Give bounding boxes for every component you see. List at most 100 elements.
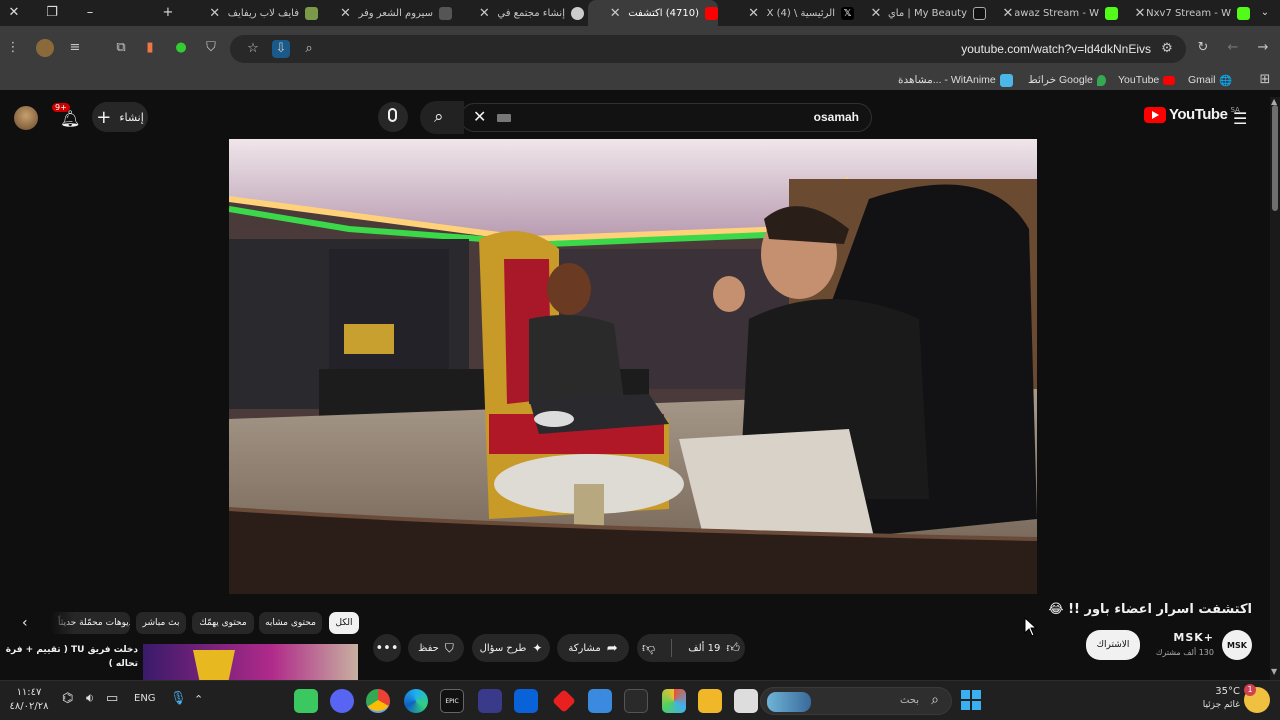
chip-label: محتوى يهمّك bbox=[199, 618, 247, 628]
tab-title: سيروم الشعر وفر bbox=[358, 7, 433, 19]
create-button[interactable]: + إنشاء bbox=[92, 102, 148, 132]
bookmark-star-icon[interactable]: ☆ bbox=[244, 40, 262, 58]
extensions-icon[interactable]: ⧉ bbox=[112, 39, 130, 57]
bookmark-label: مشاهدة... - WitAnime bbox=[898, 74, 996, 86]
close-tab-icon[interactable]: ✕ bbox=[869, 6, 883, 21]
chevron-left-icon[interactable]: ‹ bbox=[22, 615, 28, 631]
install-app-icon[interactable]: ⇩ bbox=[272, 40, 290, 58]
minimize-window-icon[interactable]: – bbox=[80, 3, 100, 23]
kick-icon bbox=[1237, 6, 1250, 20]
network-icon[interactable]: ⌬ bbox=[62, 691, 73, 706]
youtube-logo[interactable]: YouTube SA bbox=[1144, 106, 1240, 123]
menu-dots-icon[interactable]: ⋮ bbox=[4, 39, 22, 57]
bookmark-witanime[interactable]: مشاهدة... - WitAnime bbox=[898, 72, 1013, 88]
chip-live[interactable]: بث مباشر bbox=[136, 612, 186, 634]
browser-tab-active[interactable]: (4710) اكتشفت ✕ bbox=[588, 0, 718, 26]
site-settings-icon[interactable]: ⚙ bbox=[1158, 40, 1176, 58]
address-bar[interactable]: ☆ ⇩ ⌕ youtube.com/watch?v=ld4dkNnEivs ⚙ bbox=[230, 35, 1186, 63]
discord-icon[interactable] bbox=[330, 689, 354, 713]
close-tab-icon[interactable]: ✕ bbox=[477, 6, 491, 21]
edge-icon[interactable] bbox=[404, 689, 428, 713]
chip-similar[interactable]: محتوى مشابه bbox=[259, 612, 322, 634]
scroll-down-arrow-icon[interactable]: ▼ bbox=[1271, 667, 1277, 676]
close-tab-icon[interactable]: ✕ bbox=[208, 6, 222, 21]
tab-search-icon[interactable]: ⌄ bbox=[1255, 3, 1275, 23]
close-tab-icon[interactable]: ✕ bbox=[608, 6, 622, 21]
notifications-button[interactable]: 🔔︎ 9+ bbox=[52, 103, 80, 128]
chip-for-you[interactable]: محتوى يهمّك bbox=[192, 612, 254, 634]
browser-tab[interactable]: فايف لاب ريفايف ✕ bbox=[188, 0, 318, 26]
bookmark-youtube[interactable]: YouTube bbox=[1118, 72, 1176, 88]
channel-avatar[interactable]: MSK bbox=[1222, 630, 1252, 660]
dropbox-icon[interactable] bbox=[514, 689, 538, 713]
recommended-thumbnail[interactable] bbox=[143, 644, 358, 680]
volume-icon[interactable]: 🔉︎ bbox=[86, 691, 94, 706]
profile-avatar[interactable] bbox=[36, 39, 54, 57]
chrome-icon[interactable] bbox=[366, 689, 390, 713]
zoom-icon[interactable]: ⌕ bbox=[300, 40, 318, 58]
reload-icon[interactable]: ↻ bbox=[1194, 39, 1212, 57]
epic-games-icon[interactable]: EPIC bbox=[440, 689, 464, 713]
page-scrollbar[interactable]: ▲ ▼ bbox=[1270, 97, 1280, 680]
video-player[interactable] bbox=[229, 139, 1037, 594]
close-tab-icon[interactable]: ✕ bbox=[1133, 6, 1147, 21]
display-icon[interactable]: ▭ bbox=[106, 691, 118, 706]
browser-tab[interactable]: إنشاء مجتمع في ✕ bbox=[456, 0, 584, 26]
close-tab-icon[interactable]: ✕ bbox=[338, 6, 352, 21]
clock-time[interactable]: ١١:٤٧ bbox=[6, 687, 52, 698]
show-hidden-icons-icon[interactable]: ⌃ bbox=[194, 693, 203, 706]
dislike-icon[interactable]: 👎︎ bbox=[642, 641, 655, 656]
new-tab-icon[interactable]: + bbox=[158, 3, 178, 23]
clear-search-icon[interactable]: ✕ bbox=[473, 107, 486, 126]
browser-tab[interactable]: Fawaz Stream - W ✕ bbox=[990, 0, 1118, 26]
search-box[interactable]: osamah ✕ bbox=[460, 103, 872, 132]
ask-button[interactable]: ✦ طرح سؤال bbox=[472, 634, 550, 662]
search-button[interactable]: ⌕ bbox=[420, 101, 464, 134]
channel-name[interactable]: MSK+ bbox=[1150, 631, 1214, 644]
back-icon[interactable]: → bbox=[1254, 39, 1272, 57]
extension-icon[interactable]: ▮ bbox=[141, 39, 159, 57]
file-explorer-icon[interactable] bbox=[698, 689, 722, 713]
close-tab-icon[interactable]: ✕ bbox=[747, 6, 761, 21]
scrollbar-thumb[interactable] bbox=[1272, 105, 1278, 211]
more-actions-button[interactable]: ••• bbox=[373, 634, 401, 662]
account-avatar[interactable] bbox=[14, 106, 38, 130]
close-tab-icon[interactable]: ✕ bbox=[1001, 6, 1015, 21]
outlook-icon[interactable] bbox=[588, 689, 612, 713]
search-input[interactable]: osamah bbox=[814, 110, 859, 124]
browser-tab[interactable]: سيروم الشعر وفر ✕ bbox=[322, 0, 452, 26]
voice-search-button[interactable] bbox=[378, 102, 408, 132]
taskbar-search[interactable]: ⌕ بحث bbox=[760, 687, 952, 715]
extension-shield-icon[interactable]: ● bbox=[172, 39, 190, 57]
copilot-icon[interactable] bbox=[662, 689, 686, 713]
restore-window-icon[interactable]: ❐ bbox=[42, 3, 62, 23]
media-controls-icon[interactable]: ≡ bbox=[66, 39, 84, 57]
bookmark-gmail[interactable]: Gmail 🌐 bbox=[1188, 72, 1233, 88]
forward-icon[interactable]: ← bbox=[1224, 39, 1242, 57]
meet-now-icon[interactable] bbox=[294, 689, 318, 713]
ms-store-icon[interactable] bbox=[624, 689, 648, 713]
subscribe-button[interactable]: الاشتراك bbox=[1086, 630, 1140, 660]
language-indicator[interactable]: ENG bbox=[134, 693, 156, 704]
microphone-tray-icon[interactable]: 🎙︎ bbox=[170, 691, 187, 706]
save-button[interactable]: ⛉ حفظ bbox=[408, 634, 464, 662]
browser-tab[interactable]: My Beauty | ماي ✕ bbox=[858, 0, 986, 26]
like-icon[interactable]: 👍︎ bbox=[726, 641, 740, 656]
start-button[interactable] bbox=[960, 689, 982, 711]
close-window-icon[interactable]: ✕ bbox=[4, 3, 24, 23]
file-explorer-window-icon[interactable] bbox=[734, 689, 758, 713]
browser-tab[interactable]: Nxv7 Stream - W ✕ bbox=[1122, 0, 1250, 26]
chip-recently-uploaded[interactable]: فيديوهات محمّلة حديثاً bbox=[50, 612, 130, 634]
chip-all[interactable]: الكل bbox=[329, 612, 359, 634]
share-button[interactable]: ➦ مشاركة bbox=[557, 634, 629, 662]
keyboard-icon[interactable] bbox=[497, 114, 511, 122]
vpn-shield-icon[interactable]: ⛉ bbox=[202, 39, 220, 57]
app-diamond-icon[interactable] bbox=[552, 689, 576, 713]
like-count[interactable]: 19 ألف bbox=[688, 643, 720, 654]
teams-icon[interactable] bbox=[478, 689, 502, 713]
bookmark-google-maps[interactable]: خرائط Google bbox=[1028, 72, 1106, 88]
browser-tab[interactable]: 𝕏 الرئيسية \ X (4) ✕ bbox=[722, 0, 854, 26]
recommended-title[interactable]: دخلت فريق TU ( تقييم + فرة تحاله ) bbox=[0, 643, 138, 671]
clock-date[interactable]: ٤٨/٠٢/٢٨ bbox=[6, 701, 52, 712]
apps-grid-icon[interactable]: ⊞ bbox=[1256, 71, 1274, 89]
